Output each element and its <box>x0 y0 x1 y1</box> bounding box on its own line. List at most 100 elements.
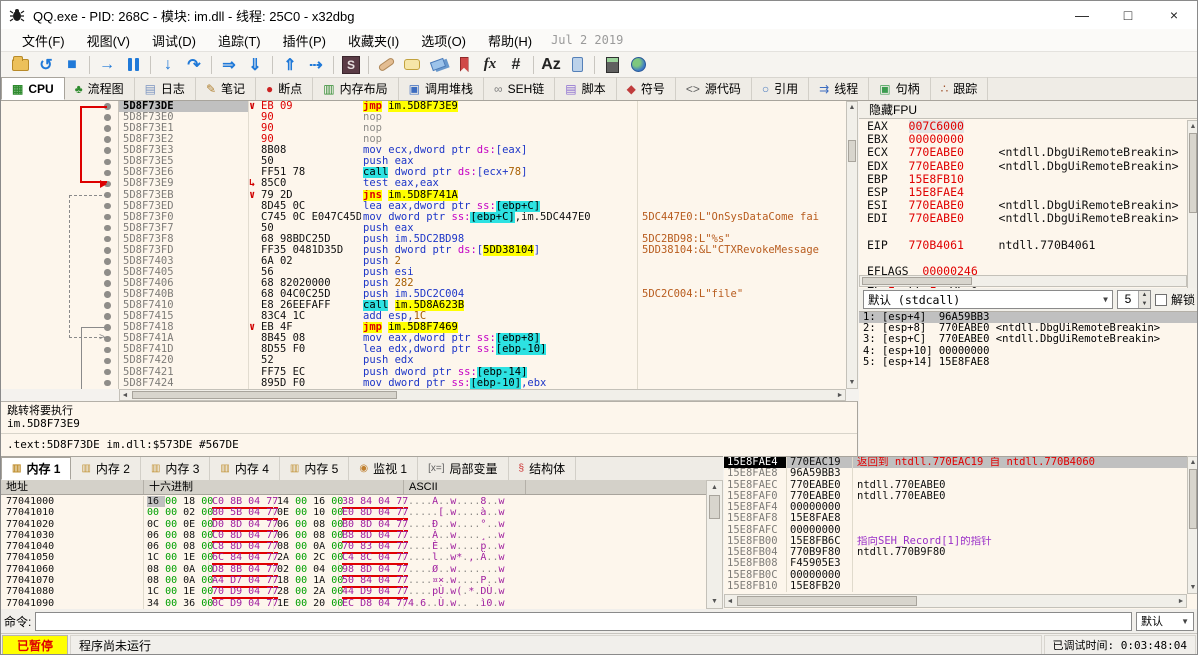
disasm-row[interactable]: 5D8F7421FF75 ECpush dword ptr ss:[ebp-14… <box>1 367 857 378</box>
toolbar-button[interactable] <box>121 54 145 76</box>
breakpoint-dot-column[interactable] <box>1 234 119 245</box>
breakpoint-dot[interactable] <box>104 269 111 276</box>
disasm-row[interactable]: 5D8F73E9↳85C0test eax,eax <box>1 178 857 189</box>
calling-convention-select[interactable]: 默认 (stdcall) ▼ <box>863 290 1113 309</box>
memory-vertical-scrollbar[interactable]: ▲ ▼ <box>706 480 723 609</box>
toolbar-button[interactable] <box>565 54 589 76</box>
menu-item-1[interactable]: 视图(V) <box>76 29 141 52</box>
column-header-hex[interactable]: 十六进制 <box>144 480 404 494</box>
menu-item-7[interactable]: 帮助(H) <box>477 29 543 52</box>
tab-结构体[interactable]: §结构体 <box>509 457 577 480</box>
disassembly-pane[interactable]: 5D8F73DE∨EB 09jmp im.5D8F73E95D8F73E090n… <box>1 101 858 389</box>
breakpoint-dot-column[interactable] <box>1 322 119 333</box>
stack-pane[interactable]: 15E8FAE4770EAC19返回到 ntdll.770EAC19 自 ntd… <box>724 456 1198 609</box>
toolbar-button[interactable] <box>452 54 476 76</box>
toolbar-button[interactable]: S <box>339 54 363 76</box>
breakpoint-dot-column[interactable] <box>1 256 119 267</box>
argument-row[interactable]: 5: [esp+14] 15E8FAE8 <box>859 357 1198 368</box>
breakpoint-dot[interactable] <box>104 302 111 309</box>
tab-引用[interactable]: ○引用 <box>752 77 809 100</box>
breakpoint-dot[interactable] <box>104 336 111 343</box>
toolbar-button[interactable] <box>426 54 450 76</box>
breakpoint-dot-column[interactable] <box>1 101 119 112</box>
tab-SEH链[interactable]: ∞SEH链 <box>484 77 555 100</box>
breakpoint-dot[interactable] <box>104 347 111 354</box>
breakpoint-dot[interactable] <box>104 214 111 221</box>
breakpoint-dot-column[interactable] <box>1 311 119 322</box>
breakpoint-dot[interactable] <box>104 170 111 177</box>
toolbar-button[interactable]: Aᴢ <box>539 54 563 76</box>
breakpoint-dot-column[interactable] <box>1 212 119 223</box>
register-row[interactable]: EDI 770EABE0 <ntdll.DbgUiRemoteBreakin> <box>859 212 1187 225</box>
toolbar-button[interactable] <box>8 54 32 76</box>
breakpoint-dot[interactable] <box>104 247 111 254</box>
tab-内存 2[interactable]: ▥内存 2 <box>71 457 140 480</box>
memory-row[interactable]: 7704106008 00 0A 00D8 8B 04 7702 00 04 0… <box>1 564 706 575</box>
tab-内存 3[interactable]: ▥内存 3 <box>141 457 210 480</box>
disasm-row[interactable]: 5D8F7424895D F0mov dword ptr ss:[ebp-10]… <box>1 378 857 389</box>
breakpoint-dot[interactable] <box>104 192 111 199</box>
disasm-row[interactable]: 5D8F73EB∨79 2Djns im.5D8F741A <box>1 190 857 201</box>
memory-row[interactable]: 7704101000 00 02 0080 5B 04 770E 00 10 0… <box>1 507 706 518</box>
toolbar-button[interactable] <box>400 54 424 76</box>
toolbar-button[interactable]: ↓ <box>156 54 180 76</box>
memory-row[interactable]: 7704104006 00 08 00C8 8D 04 7708 00 0A 0… <box>1 541 706 552</box>
toolbar-button[interactable] <box>626 54 650 76</box>
toolbar-button[interactable] <box>374 54 398 76</box>
tab-内存 4[interactable]: ▥内存 4 <box>210 457 279 480</box>
column-header-ascii[interactable]: ASCII <box>404 480 526 494</box>
breakpoint-dot[interactable] <box>104 125 111 132</box>
menu-item-4[interactable]: 插件(P) <box>272 29 337 52</box>
breakpoint-dot-column[interactable] <box>1 289 119 300</box>
toolbar-button[interactable]: ⇒ <box>217 54 241 76</box>
breakpoint-dot[interactable] <box>104 203 111 210</box>
spin-up-icon[interactable]: ▲ <box>1139 291 1150 300</box>
register-row[interactable]: EIP 770B4061 ntdll.770B4061 <box>859 239 1187 252</box>
menu-item-6[interactable]: 选项(O) <box>410 29 477 52</box>
breakpoint-dot-column[interactable] <box>1 223 119 234</box>
breakpoint-dot-column[interactable] <box>1 190 119 201</box>
stack-row[interactable]: 15E8FAE896A59BB3 <box>724 468 1198 479</box>
breakpoint-dot-column[interactable] <box>1 300 119 311</box>
memory-row[interactable]: 7704100016 00 18 00C0 8B 04 7714 00 16 0… <box>1 496 706 507</box>
argument-count-stepper[interactable]: 5 ▲▼ <box>1117 290 1151 309</box>
memory-row[interactable]: 7704107008 00 0A 00A4 D7 04 7718 00 1A 0… <box>1 575 706 586</box>
tab-CPU[interactable]: ▦CPU <box>1 77 65 100</box>
breakpoint-dot-column[interactable] <box>1 267 119 278</box>
stack-row[interactable]: 15E8FB1015E8FB20 <box>724 581 1198 592</box>
toolbar-button[interactable] <box>600 54 624 76</box>
maximize-button[interactable]: □ <box>1105 1 1151 29</box>
tab-符号[interactable]: ◆符号 <box>617 77 676 100</box>
tab-局部变量[interactable]: [x=]局部变量 <box>418 457 508 480</box>
breakpoint-dot-column[interactable] <box>1 367 119 378</box>
memory-row[interactable]: 770410200C 00 0E 00D0 8D 04 7706 00 08 0… <box>1 519 706 530</box>
tab-句柄[interactable]: ▣句柄 <box>869 77 930 100</box>
tab-内存 1[interactable]: ▥内存 1 <box>1 457 71 480</box>
breakpoint-dot-column[interactable] <box>1 333 119 344</box>
stack-horizontal-scrollbar[interactable]: ◄ ► <box>724 594 1187 608</box>
tab-线程[interactable]: ⇉线程 <box>809 77 869 100</box>
command-input[interactable] <box>35 612 1132 631</box>
toolbar-button[interactable]: ⇑ <box>278 54 302 76</box>
toolbar-button[interactable]: ⇢ <box>304 54 328 76</box>
toolbar-button[interactable]: ■ <box>60 54 84 76</box>
breakpoint-dot-column[interactable] <box>1 378 119 389</box>
tab-跟踪[interactable]: ∴跟踪 <box>931 77 989 100</box>
memory-row[interactable]: 770410801C 00 1E 0070 D9 04 7728 00 2A 0… <box>1 586 706 597</box>
tab-脚本[interactable]: ▤脚本 <box>555 77 616 100</box>
breakpoint-dot-column[interactable] <box>1 112 119 123</box>
toolbar-button[interactable]: ↷ <box>182 54 206 76</box>
breakpoint-dot-column[interactable] <box>1 344 119 355</box>
toolbar-button[interactable]: ↺ <box>34 54 58 76</box>
breakpoint-dot-column[interactable] <box>1 201 119 212</box>
memory-row[interactable]: 7704109034 00 36 000C D9 04 771E 00 20 0… <box>1 598 706 609</box>
breakpoint-dot[interactable] <box>104 380 111 387</box>
hide-fpu-button[interactable]: 隐藏FPU <box>859 101 1198 119</box>
tab-内存布局[interactable]: ▥内存布局 <box>313 77 398 100</box>
breakpoint-dot-column[interactable] <box>1 167 119 178</box>
disasm-row[interactable]: 5D8F742052push edx <box>1 355 857 366</box>
column-header-address[interactable]: 地址 <box>1 480 144 494</box>
toolbar-button[interactable]: ⇓ <box>243 54 267 76</box>
tab-调用堆栈[interactable]: ▣调用堆栈 <box>399 77 484 100</box>
spin-down-icon[interactable]: ▼ <box>1139 300 1150 309</box>
